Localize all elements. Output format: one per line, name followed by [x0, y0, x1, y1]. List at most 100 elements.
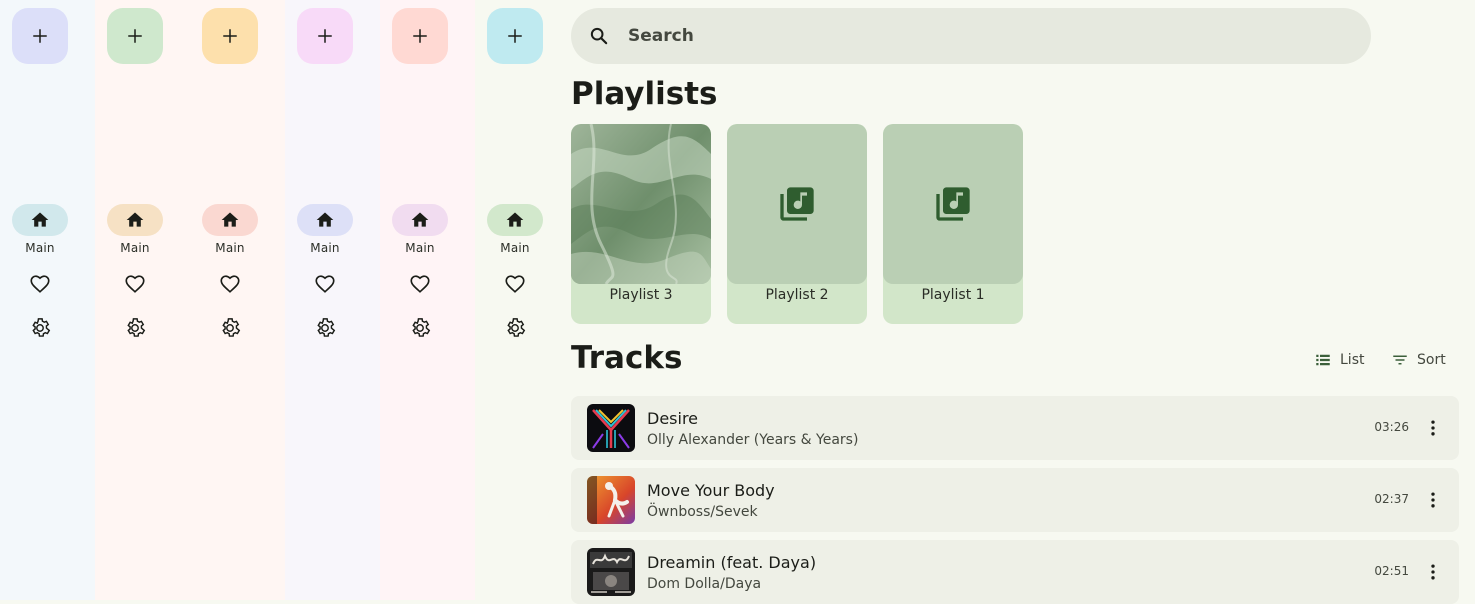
nav-item-main-label: Main	[120, 241, 150, 255]
search-input[interactable]	[626, 25, 1330, 47]
track-title: Move Your Body	[647, 481, 775, 500]
gear-icon	[317, 318, 336, 337]
track-row[interactable]: Move Your Body Öwnboss/Sevek 02:37	[571, 468, 1459, 532]
add-icon	[223, 29, 237, 43]
nav-item-settings[interactable]	[313, 316, 337, 340]
nav-item-main[interactable]: Main	[190, 204, 270, 255]
gear-icon	[412, 318, 431, 337]
more-vert-icon	[1431, 492, 1435, 508]
nav-rail-2: Main	[95, 0, 190, 600]
nav-item-main-label: Main	[215, 241, 245, 255]
track-duration: 02:37	[1374, 492, 1409, 506]
more-vert-icon	[1431, 564, 1435, 580]
playlist-cover	[727, 124, 867, 284]
track-artwork	[587, 404, 635, 452]
track-title: Desire	[647, 409, 699, 428]
nav-item-favorites[interactable]	[123, 272, 147, 296]
nav-item-settings[interactable]	[123, 316, 147, 340]
home-icon	[126, 212, 144, 227]
track-artist: Öwnboss/Sevek	[647, 504, 758, 520]
add-button[interactable]	[12, 8, 68, 64]
track-artwork	[587, 476, 635, 524]
nav-item-main-label: Main	[500, 241, 530, 255]
sort-icon	[1393, 355, 1407, 365]
nav-item-favorites[interactable]	[313, 272, 337, 296]
track-artwork	[587, 548, 635, 596]
add-button[interactable]	[487, 8, 543, 64]
playlist-label: Playlist 3	[609, 287, 673, 303]
track-duration: 02:51	[1374, 564, 1409, 578]
nav-rail-6: Main	[475, 0, 570, 600]
track-row[interactable]: Dreamin (feat. Daya) Dom Dolla/Daya 02:5…	[571, 540, 1459, 604]
add-button[interactable]	[202, 8, 258, 64]
gear-icon	[222, 318, 241, 337]
nav-item-main[interactable]: Main	[95, 204, 175, 255]
library-music-icon	[936, 187, 970, 221]
heart-icon	[220, 275, 240, 293]
nav-item-settings[interactable]	[28, 316, 52, 340]
track-artist: Olly Alexander (Years & Years)	[647, 432, 859, 448]
tracks-heading: Tracks	[571, 340, 683, 376]
nav-item-main[interactable]: Main	[475, 204, 555, 255]
nav-item-main[interactable]: Main	[0, 204, 80, 255]
nav-item-main[interactable]: Main	[380, 204, 460, 255]
list-view-button[interactable]: List	[1314, 348, 1364, 372]
add-icon	[318, 29, 332, 43]
search-bar[interactable]	[571, 8, 1371, 64]
nav-item-favorites[interactable]	[408, 272, 432, 296]
add-icon	[128, 29, 142, 43]
nav-rail-4: Main	[285, 0, 380, 600]
heart-icon	[410, 275, 430, 293]
list-view-label: List	[1340, 352, 1365, 368]
playlist-card[interactable]: Playlist 1	[883, 124, 1023, 324]
home-icon	[411, 212, 429, 227]
heart-icon	[505, 275, 525, 293]
heart-icon	[315, 275, 335, 293]
track-more-button[interactable]	[1421, 488, 1445, 512]
nav-rail-5: Main	[380, 0, 475, 600]
nav-rail-1: Main	[0, 0, 95, 600]
playlists-heading: Playlists	[571, 76, 718, 112]
gear-icon	[127, 318, 146, 337]
add-button[interactable]	[297, 8, 353, 64]
nav-item-settings[interactable]	[218, 316, 242, 340]
playlist-label: Playlist 1	[921, 287, 985, 303]
home-icon	[31, 212, 49, 227]
track-row[interactable]: Desire Olly Alexander (Years & Years) 03…	[571, 396, 1459, 460]
list-icon	[1316, 354, 1330, 366]
heart-icon	[125, 275, 145, 293]
nav-item-main[interactable]: Main	[285, 204, 365, 255]
more-vert-icon	[1431, 420, 1435, 436]
search-icon	[590, 27, 608, 45]
playlist-card[interactable]: Playlist 3	[571, 124, 711, 324]
track-artist: Dom Dolla/Daya	[647, 576, 762, 592]
add-icon	[508, 29, 522, 43]
nav-item-main-label: Main	[310, 241, 340, 255]
add-icon	[413, 29, 427, 43]
library-music-icon	[780, 187, 814, 221]
playlist-label: Playlist 2	[765, 287, 829, 303]
add-button[interactable]	[392, 8, 448, 64]
track-duration: 03:26	[1374, 420, 1409, 434]
nav-rail-3: Main	[190, 0, 285, 600]
nav-item-favorites[interactable]	[28, 272, 52, 296]
playlist-card[interactable]: Playlist 2	[727, 124, 867, 324]
home-icon	[506, 212, 524, 227]
sort-button[interactable]: Sort	[1391, 348, 1446, 372]
nav-item-favorites[interactable]	[503, 272, 527, 296]
nav-item-main-label: Main	[405, 241, 435, 255]
add-button[interactable]	[107, 8, 163, 64]
playlist-cover	[883, 124, 1023, 284]
heart-icon	[30, 275, 50, 293]
home-icon	[221, 212, 239, 227]
gear-icon	[507, 318, 526, 337]
nav-item-favorites[interactable]	[218, 272, 242, 296]
nav-item-settings[interactable]	[503, 316, 527, 340]
sort-label: Sort	[1417, 352, 1446, 368]
track-more-button[interactable]	[1421, 560, 1445, 584]
track-more-button[interactable]	[1421, 416, 1445, 440]
add-icon	[33, 29, 47, 43]
playlist-cover-image	[571, 124, 711, 284]
nav-item-settings[interactable]	[408, 316, 432, 340]
gear-icon	[32, 318, 51, 337]
